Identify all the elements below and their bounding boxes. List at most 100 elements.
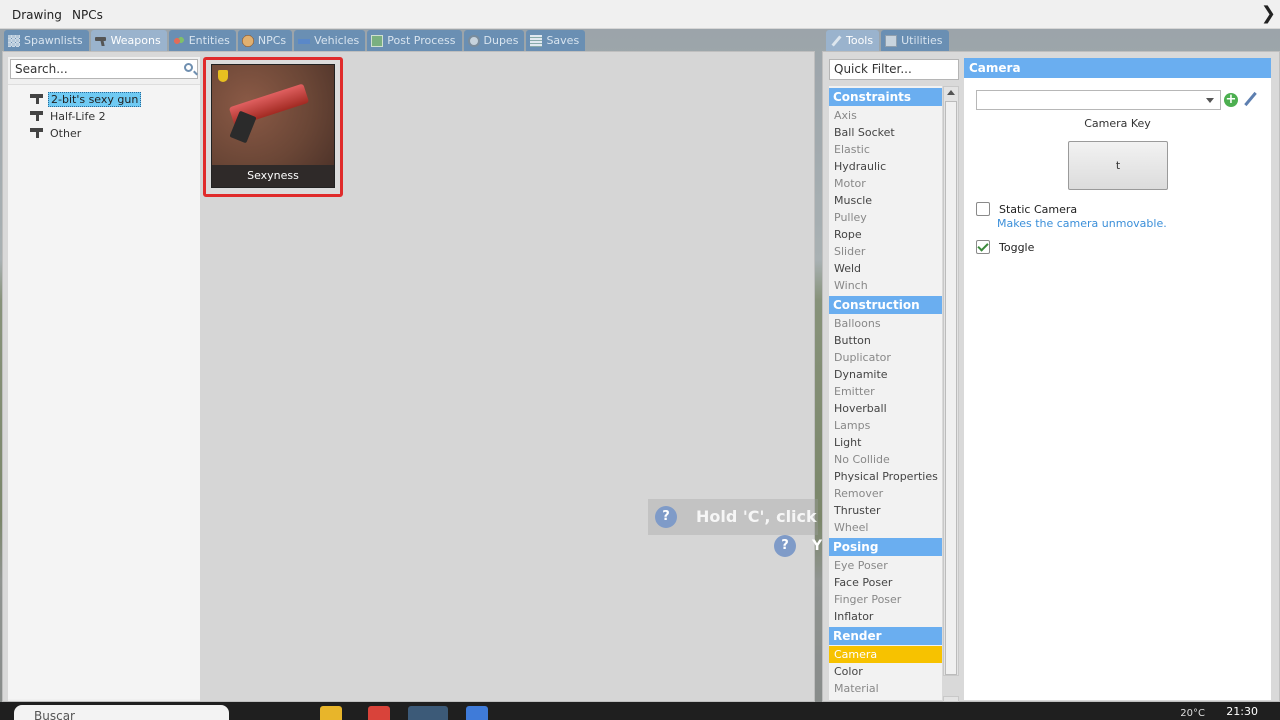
gun-icon	[30, 127, 44, 139]
menu-npcs[interactable]: NPCs	[72, 8, 103, 22]
tab-entities[interactable]: Entities	[168, 30, 236, 51]
tool-lamps[interactable]: Lamps	[829, 417, 942, 434]
tool-remover[interactable]: Remover	[829, 485, 942, 502]
tab-saves[interactable]: Saves	[526, 30, 586, 51]
tool-material[interactable]: Material	[829, 680, 942, 697]
category-construction[interactable]: Construction	[829, 296, 942, 314]
tool-pulley[interactable]: Pulley	[829, 209, 942, 226]
tool-camera[interactable]: Camera	[829, 646, 942, 663]
weapons-tree: 2-bit's sexy gun Half-Life 2 Other	[8, 84, 200, 699]
tool-finger-poser[interactable]: Finger Poser	[829, 591, 942, 608]
tool-color[interactable]: Color	[829, 663, 942, 680]
browser-icon[interactable]	[466, 706, 488, 720]
taskbar-search[interactable]: Buscar	[14, 705, 229, 720]
saves-icon	[530, 34, 543, 47]
settings-title: Camera	[964, 58, 1271, 78]
tool-no-collide[interactable]: No Collide	[829, 451, 942, 468]
chrome-icon[interactable]	[368, 706, 390, 720]
tab-spawnlists[interactable]: Spawnlists	[4, 30, 89, 51]
category-constraints[interactable]: Constraints	[829, 88, 942, 106]
camera-key-binder[interactable]: t	[1068, 141, 1168, 190]
tab-dupes[interactable]: Dupes	[463, 30, 525, 51]
camera-settings-panel: Camera + Camera Key t Static Camera Make…	[964, 58, 1271, 700]
tool-muscle[interactable]: Muscle	[829, 192, 942, 209]
hint-text: Hold 'C', click or	[696, 507, 818, 526]
tab-npcs[interactable]: NPCs	[237, 30, 293, 51]
tool-hoverball[interactable]: Hoverball	[829, 400, 942, 417]
tab-vehicles[interactable]: Vehicles	[294, 30, 366, 51]
tab-post-process[interactable]: Post Process	[367, 30, 462, 51]
file-explorer-icon[interactable]	[320, 706, 342, 720]
tool-dynamite[interactable]: Dynamite	[829, 366, 942, 383]
hint-bar: ? Hold 'C', click or	[648, 499, 818, 535]
static-camera-label: Static Camera	[999, 203, 1078, 216]
tool-face-poser[interactable]: Face Poser	[829, 574, 942, 591]
static-camera-help: Makes the camera unmovable.	[997, 217, 1167, 230]
weapon-thumbnail: Sexyness	[211, 64, 335, 188]
weapon-image	[212, 65, 334, 165]
os-taskbar: Buscar 20°C 21:30	[0, 702, 1280, 720]
preset-dropdown[interactable]	[976, 90, 1221, 110]
tool-thruster[interactable]: Thruster	[829, 502, 942, 519]
tab-weapons[interactable]: Weapons	[90, 30, 167, 51]
tool-duplicator[interactable]: Duplicator	[829, 349, 942, 366]
add-preset-button[interactable]: +	[1224, 93, 1238, 107]
tool-slider[interactable]: Slider	[829, 243, 942, 260]
spawnmenu-tabs: Spawnlists Weapons Entities NPCs Vehicle…	[4, 30, 586, 51]
tab-utilities[interactable]: Utilities	[881, 30, 949, 51]
tool-category-list: Constraints Axis Ball Socket Elastic Hyd…	[829, 86, 942, 700]
quick-filter-input[interactable]: Quick Filter...	[829, 59, 959, 80]
tool-light[interactable]: Light	[829, 434, 942, 451]
npcs-icon	[241, 34, 254, 47]
weather-text: 20°C	[1180, 708, 1205, 719]
spawnlist-icon	[8, 34, 20, 47]
camera-key-label: Camera Key	[1084, 117, 1151, 130]
tool-hydraulic[interactable]: Hydraulic	[829, 158, 942, 175]
static-camera-checkbox[interactable]	[976, 202, 990, 216]
tool-ball-socket[interactable]: Ball Socket	[829, 124, 942, 141]
category-posing[interactable]: Posing	[829, 538, 942, 556]
wrench-icon[interactable]	[1242, 91, 1258, 107]
chevron-right-icon[interactable]: ❯	[1261, 3, 1276, 24]
weapons-panel: Search... 2-bit's sexy gun Half-Life 2 O…	[2, 51, 815, 702]
tool-rope[interactable]: Rope	[829, 226, 942, 243]
category-render[interactable]: Render	[829, 627, 942, 645]
tool-button[interactable]: Button	[829, 332, 942, 349]
tool-list-scrollbar[interactable]	[943, 86, 959, 676]
scroll-up-icon[interactable]	[947, 90, 955, 95]
tool-winch[interactable]: Winch	[829, 277, 942, 294]
tool-emitter[interactable]: Emitter	[829, 383, 942, 400]
tool-motor[interactable]: Motor	[829, 175, 942, 192]
tool-physical-properties[interactable]: Physical Properties	[829, 468, 942, 485]
gun-icon	[30, 93, 44, 105]
tool-axis[interactable]: Axis	[829, 107, 942, 124]
gmod-taskbar-icon[interactable]	[408, 706, 448, 720]
tab-tools[interactable]: Tools	[826, 30, 880, 51]
tree-item-half-life-2[interactable]: Half-Life 2	[30, 108, 108, 124]
tool-tabs: Tools Utilities	[826, 30, 949, 51]
tree-item-2bit-sexy-gun[interactable]: 2-bit's sexy gun	[30, 91, 142, 107]
weapons-search-input[interactable]: Search...	[10, 59, 198, 79]
vehicles-icon	[298, 34, 311, 47]
tool-weld[interactable]: Weld	[829, 260, 942, 277]
scrollbar-thumb[interactable]	[945, 101, 957, 675]
clock: 21:30	[1226, 705, 1258, 718]
search-icon[interactable]	[184, 63, 193, 72]
tool-elastic[interactable]: Elastic	[829, 141, 942, 158]
question-icon: ?	[655, 506, 677, 528]
weapon-card-caption: Sexyness	[212, 165, 334, 187]
tool-balloons[interactable]: Balloons	[829, 315, 942, 332]
question-icon: ?	[774, 535, 796, 557]
tool-eye-poser[interactable]: Eye Poser	[829, 557, 942, 574]
tool-wheel[interactable]: Wheel	[829, 519, 942, 536]
tool-inflator[interactable]: Inflator	[829, 608, 942, 625]
weapon-card-sexyness[interactable]: Sexyness	[203, 57, 343, 197]
chevron-down-icon	[1206, 98, 1214, 103]
context-menubar: Drawing NPCs ❯	[0, 0, 1280, 29]
menu-drawing[interactable]: Drawing	[12, 8, 62, 22]
hint-text-secondary: Y	[812, 538, 823, 554]
toggle-checkbox[interactable]	[976, 240, 990, 254]
tree-item-other[interactable]: Other	[30, 125, 83, 141]
weapons-icon	[94, 35, 107, 47]
post-process-icon	[371, 34, 384, 47]
